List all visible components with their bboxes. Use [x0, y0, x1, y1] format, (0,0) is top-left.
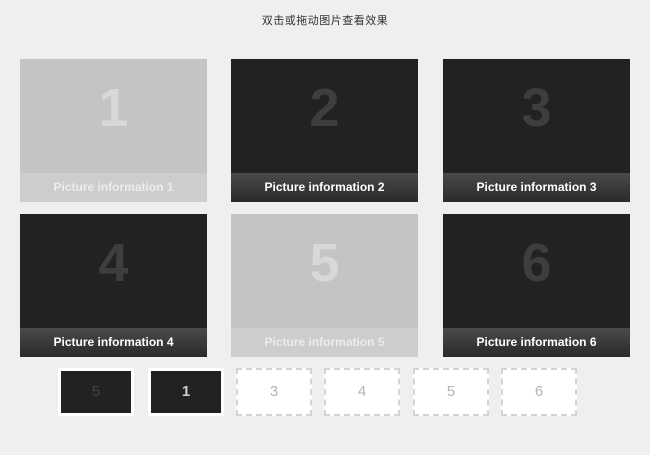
picture-tile-4[interactable]: 4 Picture information 4 — [20, 214, 207, 357]
tile-number: 4 — [98, 233, 129, 293]
page-title: 双击或拖动图片查看效果 — [261, 14, 389, 27]
tile-number: 3 — [521, 78, 552, 138]
thumbnail-strip: 5 1 3 4 5 6 — [58, 368, 588, 418]
thumbnail-slot-4[interactable]: 4 — [324, 368, 400, 416]
tile-number: 1 — [98, 78, 129, 138]
thumbnail-slot-6[interactable]: 6 — [501, 368, 577, 416]
picture-tile-3[interactable]: 3 Picture information 3 — [443, 59, 630, 202]
thumbnail-2[interactable]: 1 — [148, 368, 224, 416]
picture-tile-5[interactable]: 5 Picture information 5 — [231, 214, 418, 357]
tile-caption: Picture information 1 — [20, 173, 207, 202]
tile-caption: Picture information 3 — [443, 173, 630, 202]
picture-tile-6[interactable]: 6 Picture information 6 — [443, 214, 630, 357]
tile-caption: Picture information 5 — [231, 328, 418, 357]
thumbnail-slot-3[interactable]: 3 — [236, 368, 312, 416]
tile-caption: Picture information 4 — [20, 328, 207, 357]
tile-number: 6 — [521, 233, 552, 293]
tile-caption: Picture information 6 — [443, 328, 630, 357]
picture-tile-2[interactable]: 2 Picture information 2 — [231, 59, 418, 202]
tile-number: 5 — [309, 233, 340, 293]
tile-caption: Picture information 2 — [231, 173, 418, 202]
picture-grid: 1 Picture information 1 2 Picture inform… — [20, 59, 630, 357]
tile-number: 2 — [309, 78, 340, 138]
thumbnail-slot-5[interactable]: 5 — [413, 368, 489, 416]
thumbnail-1[interactable]: 5 — [58, 368, 134, 416]
picture-tile-1[interactable]: 1 Picture information 1 — [20, 59, 207, 202]
